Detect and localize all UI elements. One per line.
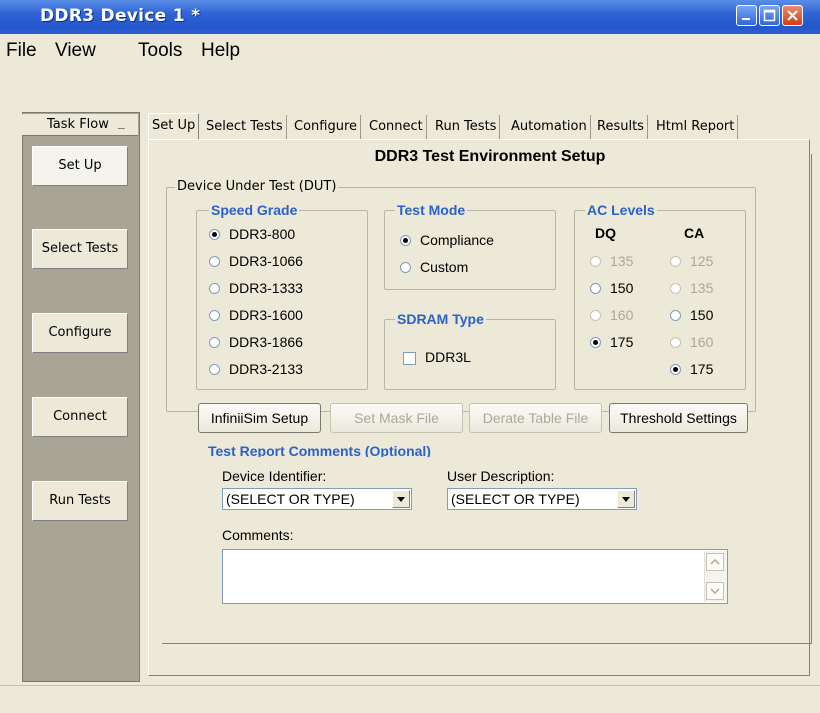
radio-ca-160[interactable] [670, 337, 681, 348]
radio-dq-175[interactable] [590, 337, 601, 348]
menu-bar [0, 34, 820, 68]
device-identifier-value: (SELECT OR TYPE) [226, 491, 355, 507]
status-bar [0, 685, 820, 713]
tab-configure[interactable]: Configure [291, 115, 362, 139]
maximize-button[interactable] [759, 5, 780, 26]
radio-ddr3-1066-label: DDR3-1066 [229, 253, 303, 269]
user-description-label: User Description: [447, 468, 555, 484]
device-identifier-dropdown-icon[interactable] [392, 490, 410, 508]
user-description-combo[interactable]: (SELECT OR TYPE) [447, 488, 637, 510]
comments-textarea[interactable] [222, 549, 728, 604]
taskflow-run-tests-button[interactable]: Run Tests [32, 481, 128, 521]
tab-connect[interactable]: Connect [366, 115, 427, 139]
test-mode-group [384, 210, 556, 290]
tab-results[interactable]: Results [594, 115, 648, 139]
ddr3l-checkbox[interactable] [403, 352, 416, 365]
task-flow-minimize-icon[interactable]: _ [118, 117, 130, 131]
radio-ca-125-label: 125 [690, 253, 714, 269]
page-title: DDR3 Test Environment Setup [374, 148, 606, 165]
threshold-settings-button[interactable]: Threshold Settings [609, 403, 748, 433]
radio-dq-150-label: 150 [610, 280, 634, 296]
comments-label: Comments: [222, 527, 294, 543]
radio-ddr3-1066[interactable] [209, 256, 220, 267]
tab-setup[interactable]: Set Up [148, 113, 200, 139]
menu-help[interactable]: Help [201, 40, 240, 62]
test-mode-title: Test Mode [395, 202, 468, 218]
tab-select-tests[interactable]: Select Tests [203, 115, 287, 139]
radio-compliance-label: Compliance [420, 232, 494, 248]
radio-ca-175-label: 175 [690, 361, 714, 377]
radio-dq-175-label: 175 [610, 334, 634, 350]
radio-ddr3-2133-label: DDR3-2133 [229, 361, 303, 377]
ca-header: CA [684, 225, 705, 241]
close-icon [787, 10, 798, 21]
menu-tools[interactable]: Tools [138, 40, 182, 62]
taskflow-configure-button[interactable]: Configure [32, 313, 128, 353]
device-identifier-combo[interactable]: (SELECT OR TYPE) [222, 488, 412, 510]
dq-header: DQ [595, 225, 616, 241]
radio-ddr3-1333[interactable] [209, 283, 220, 294]
radio-ca-150[interactable] [670, 310, 681, 321]
taskflow-select-tests-button[interactable]: Select Tests [32, 229, 128, 269]
tab-automation[interactable]: Automation [508, 115, 591, 139]
scroll-down-icon[interactable] [706, 582, 724, 600]
radio-compliance[interactable] [400, 235, 411, 246]
taskflow-setup-button[interactable]: Set Up [32, 146, 128, 186]
radio-ddr3-1866[interactable] [209, 337, 220, 348]
user-description-value: (SELECT OR TYPE) [451, 491, 580, 507]
minimize-button[interactable] [736, 5, 757, 26]
radio-dq-135[interactable] [590, 256, 601, 267]
radio-dq-160[interactable] [590, 310, 601, 321]
sdram-type-title: SDRAM Type [395, 311, 486, 327]
scroll-up-icon[interactable] [706, 553, 724, 571]
radio-dq-160-label: 160 [610, 307, 634, 323]
radio-ddr3-1600-label: DDR3-1600 [229, 307, 303, 323]
derate-table-file-button[interactable]: Derate Table File [469, 403, 602, 433]
user-description-dropdown-icon[interactable] [617, 490, 635, 508]
radio-ca-150-label: 150 [690, 307, 714, 323]
set-mask-file-button[interactable]: Set Mask File [330, 403, 463, 433]
speed-grade-title: Speed Grade [209, 202, 300, 218]
device-identifier-label: Device Identifier: [222, 468, 327, 484]
radio-ca-160-label: 160 [690, 334, 714, 350]
ddr3l-checkbox-label: DDR3L [425, 349, 471, 365]
taskflow-connect-button[interactable]: Connect [32, 397, 128, 437]
minimize-icon [742, 18, 750, 20]
ac-levels-title: AC Levels [585, 202, 657, 218]
close-button[interactable] [782, 5, 803, 26]
tab-run-tests[interactable]: Run Tests [432, 115, 501, 139]
radio-ca-175[interactable] [670, 364, 681, 375]
radio-dq-135-label: 135 [610, 253, 634, 269]
radio-ddr3-800-label: DDR3-800 [229, 226, 296, 242]
window-title: DDR3 Device 1 * [40, 6, 201, 26]
menu-view[interactable]: View [55, 40, 96, 62]
radio-dq-150[interactable] [590, 283, 601, 294]
radio-custom-label: Custom [420, 259, 469, 275]
radio-ddr3-800[interactable] [209, 229, 220, 240]
maximize-icon [763, 9, 776, 22]
radio-ca-135-label: 135 [690, 280, 714, 296]
tab-html-report[interactable]: Html Report [653, 115, 739, 139]
dut-group-title: Device Under Test (DUT) [175, 179, 339, 194]
radio-ddr3-1866-label: DDR3-1866 [229, 334, 303, 350]
task-flow-title: Task Flow [47, 117, 109, 132]
radio-ca-135[interactable] [670, 283, 681, 294]
radio-ca-125[interactable] [670, 256, 681, 267]
menu-file[interactable]: File [6, 40, 37, 62]
infiniisim-setup-button[interactable]: InfiniiSim Setup [198, 403, 321, 433]
toolbar [0, 68, 820, 106]
radio-custom[interactable] [400, 262, 411, 273]
radio-ddr3-1600[interactable] [209, 310, 220, 321]
report-comments-title: Test Report Comments (Optional) [208, 443, 431, 457]
radio-ddr3-1333-label: DDR3-1333 [229, 280, 303, 296]
radio-ddr3-2133[interactable] [209, 364, 220, 375]
